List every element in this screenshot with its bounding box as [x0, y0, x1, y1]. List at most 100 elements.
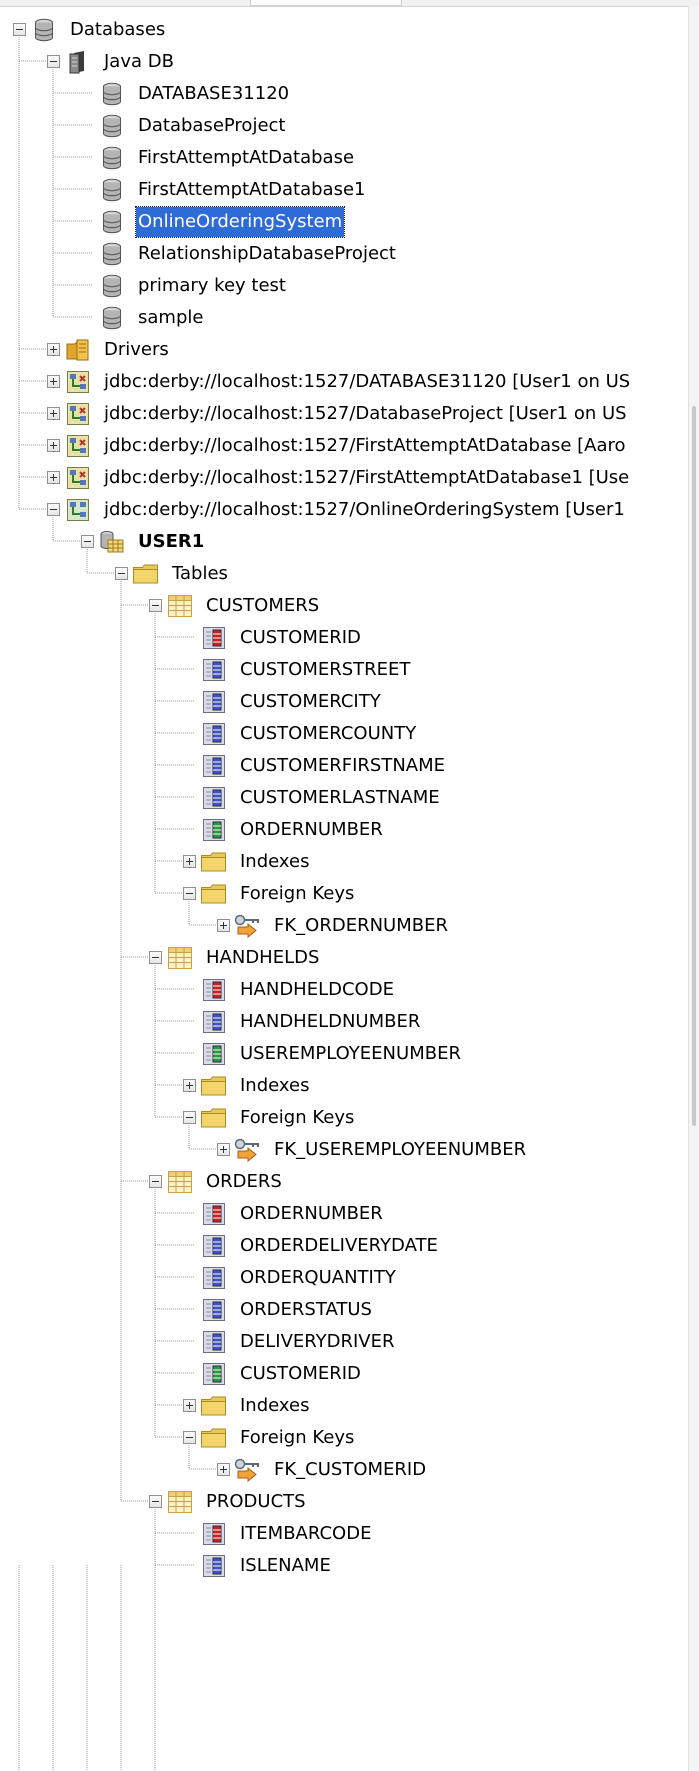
tree-row[interactable]: PRODUCTS	[165, 1484, 308, 1520]
tree-row[interactable]: FK_CUSTOMERID	[233, 1452, 428, 1488]
tree-row[interactable]: DatabaseProject	[97, 108, 287, 144]
tree-row[interactable]: jdbc:derby://localhost:1527/DatabaseProj…	[63, 396, 629, 432]
tree-row-label: Drivers	[104, 339, 169, 360]
tree-row[interactable]: Indexes	[199, 844, 311, 880]
tree-row[interactable]: Foreign Keys	[199, 876, 356, 912]
collapse-toggle-icon[interactable]	[149, 599, 162, 612]
tree-row[interactable]: CUSTOMERFIRSTNAME	[199, 748, 447, 784]
tree-row[interactable]: jdbc:derby://localhost:1527/FirstAttempt…	[63, 428, 628, 464]
expand-toggle-icon[interactable]	[217, 919, 230, 932]
tree-row[interactable]: ITEMBARCODE	[199, 1516, 373, 1552]
expand-toggle-icon[interactable]	[183, 1399, 196, 1412]
tree-row-label: DATABASE31120	[138, 83, 290, 104]
tree-row[interactable]: CUSTOMERLASTNAME	[199, 780, 442, 816]
collapse-toggle-icon[interactable]	[183, 887, 196, 900]
expand-toggle-icon[interactable]	[183, 855, 196, 868]
tree-row[interactable]: Indexes	[199, 1068, 311, 1104]
collapse-toggle-icon[interactable]	[149, 1495, 162, 1508]
tree-row[interactable]: USEREMPLOYEENUMBER	[199, 1036, 463, 1072]
expand-toggle-icon[interactable]	[47, 375, 60, 388]
expand-toggle-icon[interactable]	[183, 1079, 196, 1092]
database-icon	[97, 112, 127, 140]
database-tree: Databases Java DB DATABASE31120 DatabasePro…	[0, 0, 688, 1771]
tree-row[interactable]: CUSTOMERCOUNTY	[199, 716, 418, 752]
database-icon	[97, 176, 127, 204]
tree-row-label: Tables	[172, 563, 228, 584]
tree-row[interactable]: Foreign Keys	[199, 1420, 356, 1456]
tree-row-label: Indexes	[240, 1075, 310, 1096]
collapse-toggle-icon[interactable]	[81, 535, 94, 548]
fk-column-icon	[199, 816, 229, 844]
collapse-toggle-icon[interactable]	[183, 1431, 196, 1444]
expand-toggle-icon[interactable]	[47, 407, 60, 420]
tree-row[interactable]: CUSTOMERCITY	[199, 684, 383, 720]
collapse-toggle-icon[interactable]	[183, 1111, 196, 1124]
tree-row-label: FK_CUSTOMERID	[274, 1459, 427, 1480]
tree-row-label: OnlineOrderingSystem	[134, 206, 346, 238]
tree-row[interactable]: primary key test	[97, 268, 288, 304]
tree-row-label: CUSTOMERFIRSTNAME	[240, 755, 446, 776]
tree-row[interactable]: RelationshipDatabaseProject	[97, 236, 398, 272]
tree-row-label: Foreign Keys	[240, 1427, 355, 1448]
expand-toggle-icon[interactable]	[217, 1463, 230, 1476]
tree-row[interactable]: ORDERNUMBER	[199, 1196, 385, 1232]
expand-toggle-icon[interactable]	[47, 471, 60, 484]
tree-row[interactable]: sample	[97, 300, 205, 336]
tree-row-label: CUSTOMERCITY	[240, 691, 381, 712]
expand-toggle-icon[interactable]	[217, 1143, 230, 1156]
tree-row[interactable]: jdbc:derby://localhost:1527/OnlineOrderi…	[63, 492, 627, 528]
connection-broken-icon	[63, 368, 93, 396]
tree-row[interactable]: ORDERS	[165, 1164, 284, 1200]
tree-row[interactable]: CUSTOMERSTREET	[199, 652, 412, 688]
tree-row-label: USER1	[138, 531, 205, 552]
tree-row[interactable]: DATABASE31120	[97, 76, 291, 112]
tree-row-label: HANDHELDS	[206, 947, 320, 968]
tree-row[interactable]: ORDERQUANTITY	[199, 1260, 398, 1296]
connection-broken-icon	[63, 464, 93, 492]
tree-row[interactable]: Drivers	[63, 332, 171, 368]
tree-row-label: jdbc:derby://localhost:1527/DATABASE3112…	[104, 371, 631, 392]
tree-row[interactable]: HANDHELDS	[165, 940, 321, 976]
tree-row-label: RelationshipDatabaseProject	[138, 243, 396, 264]
tree-row[interactable]: Tables	[131, 556, 230, 592]
tree-row-label: ORDERNUMBER	[240, 1203, 383, 1224]
expand-toggle-icon[interactable]	[47, 343, 60, 356]
foreign-key-icon	[233, 1136, 263, 1164]
tree-row[interactable]: Java DB	[63, 44, 176, 80]
tree-row[interactable]: HANDHELDNUMBER	[199, 1004, 422, 1040]
collapse-toggle-icon[interactable]	[47, 55, 60, 68]
tree-row[interactable]: Indexes	[199, 1388, 311, 1424]
tree-row[interactable]: ORDERNUMBER	[199, 812, 385, 848]
tree-row[interactable]: FirstAttemptAtDatabase	[97, 140, 356, 176]
tree-row[interactable]: OnlineOrderingSystem	[97, 204, 346, 240]
tree-row[interactable]: FK_ORDERNUMBER	[233, 908, 450, 944]
tree-row[interactable]: FK_USEREMPLOYEENUMBER	[233, 1132, 528, 1168]
collapse-toggle-icon[interactable]	[149, 1175, 162, 1188]
tree-row-label: ORDERDELIVERYDATE	[240, 1235, 438, 1256]
collapse-toggle-icon[interactable]	[47, 503, 60, 516]
tree-row[interactable]: CUSTOMERS	[165, 588, 321, 624]
tree-row[interactable]: USER1	[97, 524, 206, 560]
tree-row[interactable]: DELIVERYDRIVER	[199, 1324, 396, 1360]
tree-row[interactable]: CUSTOMERID	[199, 1356, 363, 1392]
database-icon	[97, 272, 127, 300]
tree-row[interactable]: ORDERDELIVERYDATE	[199, 1228, 440, 1264]
collapse-toggle-icon[interactable]	[13, 23, 26, 36]
pk-column-icon	[199, 1200, 229, 1228]
column-icon	[199, 1008, 229, 1036]
tree-row[interactable]: Foreign Keys	[199, 1100, 356, 1136]
tree-row[interactable]: jdbc:derby://localhost:1527/DATABASE3112…	[63, 364, 632, 400]
pk-column-icon	[199, 1520, 229, 1548]
vertical-scrollbar[interactable]	[688, 6, 699, 1771]
scrollbar-thumb[interactable]	[692, 406, 696, 1126]
expand-toggle-icon[interactable]	[47, 439, 60, 452]
collapse-toggle-icon[interactable]	[149, 951, 162, 964]
tree-row[interactable]: ISLENAME	[199, 1548, 333, 1584]
tree-row[interactable]: Databases	[29, 12, 167, 48]
tree-row[interactable]: HANDHELDCODE	[199, 972, 396, 1008]
tree-row[interactable]: FirstAttemptAtDatabase1	[97, 172, 367, 208]
tree-row[interactable]: jdbc:derby://localhost:1527/FirstAttempt…	[63, 460, 631, 496]
tree-row[interactable]: ORDERSTATUS	[199, 1292, 374, 1328]
collapse-toggle-icon[interactable]	[115, 567, 128, 580]
tree-row[interactable]: CUSTOMERID	[199, 620, 363, 656]
